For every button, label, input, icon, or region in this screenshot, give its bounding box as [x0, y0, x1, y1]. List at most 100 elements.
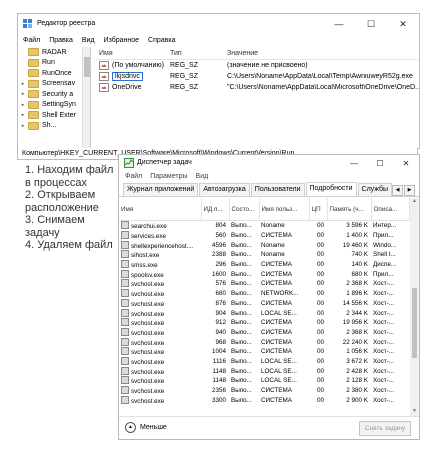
table-row[interactable]: spoolsv.exe 1600 Выпо... СИСТЕМА 00 680 K Прил… [119, 269, 409, 279]
table-row[interactable]: svchost.exe 968 Выпо... СИСТЕМА 00 22 240 K Хо… [119, 337, 409, 347]
table-row[interactable]: svchost.exe 912 Выпо... СИСТЕМА 00 19 956 K Хо… [119, 318, 409, 328]
menu-edit[interactable]: Правка [49, 37, 73, 44]
process-name-cell: svchost.exe [119, 327, 201, 338]
column-header-memory[interactable]: Память (ч... [327, 198, 372, 221]
maximize-icon[interactable]: ☐ [367, 155, 393, 171]
tree-item-shell-extensions[interactable]: ▸ Shell Exter [18, 110, 90, 121]
column-header-cpu[interactable]: ЦП [309, 198, 328, 221]
expand-arrow-icon[interactable]: ▸ [18, 112, 28, 118]
process-icon [121, 356, 129, 365]
process-status: Выпо... [231, 251, 252, 259]
process-cpu-cell: 00 [309, 318, 327, 328]
process-status-cell: Выпо... [229, 231, 259, 241]
value-row[interactable]: ab (По умолчанию) REG_SZ (значение не при… [96, 60, 419, 71]
process-status: Выпо... [231, 261, 252, 269]
process-description-cell: Хост-... [371, 376, 409, 386]
tree-item-radar[interactable]: RADAR [18, 47, 90, 58]
minimize-icon[interactable]: — [323, 14, 355, 34]
table-header-row: Имя ИД п... Состо... Имя польз... ЦП Пам… [119, 198, 410, 221]
column-header-type[interactable]: Тип [166, 50, 224, 57]
table-row[interactable]: svchost.exe 1148 Выпо... LOCAL SE... 00 2 128… [119, 376, 409, 386]
tab-users[interactable]: Пользователи [250, 183, 305, 196]
menu-view[interactable]: Вид [196, 173, 209, 180]
table-row[interactable]: shellexperiencehost.... 4596 Выпо... Noname… [119, 240, 409, 250]
table-row[interactable]: svchost.exe 576 Выпо... СИСТЕМА 00 2 368 K Хос… [119, 279, 409, 289]
taskmanager-titlebar[interactable]: Диспетчер задач — ☐ ✕ [119, 155, 419, 171]
minimize-icon[interactable]: — [341, 155, 367, 171]
expand-arrow-icon[interactable]: ▸ [18, 123, 28, 129]
scroll-down-icon[interactable]: ▼ [410, 408, 419, 416]
tab-scroll-right-icon[interactable]: ▶ [404, 185, 415, 196]
process-status: Выпо... [231, 396, 252, 404]
table-row[interactable]: svchost.exe 904 Выпо... LOCAL SE... 00 2 344 … [119, 308, 409, 318]
value-row-selected[interactable]: ab lkjsdnvc REG_SZ C:\Users\Noname\AppDat… [96, 71, 419, 82]
registry-titlebar[interactable]: Редактор реестра — ☐ ✕ [18, 14, 419, 34]
menu-view[interactable]: Вид [82, 37, 95, 44]
registry-key-tree[interactable]: RADAR Run RunOnce ▸ Screensav ▸ Security a… [18, 47, 91, 148]
table-row[interactable]: svchost.exe 1148 Выпо... LOCAL SE... 00 2 428… [119, 366, 409, 376]
table-row[interactable]: svchost.exe 2356 Выпо... СИСТЕМА 00 2 380 K Хо… [119, 386, 409, 396]
instructions-list: 1. Находим файл в процессах 2. Открываем… [25, 164, 119, 252]
expand-arrow-icon[interactable]: ▸ [18, 81, 28, 87]
tree-item-run[interactable]: Run [18, 58, 90, 69]
tab-services[interactable]: Службы [357, 183, 393, 196]
fewer-details-button[interactable]: ▲ Меньше [125, 422, 167, 433]
column-header-description[interactable]: Описа... [371, 198, 410, 221]
table-row[interactable]: svchost.exe 940 Выпо... СИСТЕМА 00 2 368 K Хос… [119, 327, 409, 338]
column-header-name[interactable]: Имя [119, 198, 202, 221]
column-header-name[interactable]: Имя [96, 50, 166, 57]
tab-scroll-left-icon[interactable]: ◀ [392, 185, 403, 196]
table-row[interactable]: svchost.exe 3300 Выпо... СИСТЕМА 00 2 900 K Хо… [119, 395, 409, 405]
scroll-thumb[interactable] [412, 288, 417, 358]
menu-help[interactable]: Справка [148, 37, 175, 44]
close-icon[interactable]: ✕ [393, 155, 419, 171]
process-user-cell: СИСТЕМА [259, 299, 309, 309]
process-status-cell: Выпо... [229, 221, 259, 231]
tab-app-history[interactable]: Журнал приложений [123, 183, 199, 196]
menu-favorites[interactable]: Избранное [104, 37, 139, 44]
tree-item-settingsync[interactable]: ▸ SettingSyn [18, 100, 90, 111]
process-status: Выпо... [231, 377, 252, 385]
tab-startup[interactable]: Автозагрузка [199, 183, 250, 196]
tab-details[interactable]: Подробности [305, 182, 357, 196]
menu-file[interactable]: Файл [125, 173, 142, 180]
expand-arrow-icon[interactable]: ▸ [18, 91, 28, 97]
process-user-cell: СИСТЕМА [259, 318, 309, 328]
maximize-icon[interactable]: ☐ [355, 14, 387, 34]
table-row[interactable]: sihost.exe 2388 Выпо... Noname 00 740 K Shell … [119, 250, 409, 260]
value-name-edit-field[interactable]: lkjsdnvc [112, 72, 143, 81]
expand-arrow-icon[interactable]: ▸ [18, 102, 28, 108]
column-header-value[interactable]: Значение [224, 50, 419, 57]
process-cpu-cell: 00 [309, 240, 327, 250]
menu-file[interactable]: Файл [23, 37, 40, 44]
menu-options[interactable]: Параметры [150, 173, 187, 180]
tree-scrollbar[interactable] [82, 47, 90, 148]
tree-item-runonce[interactable]: RunOnce [18, 68, 90, 79]
process-description-cell: Хост-... [371, 337, 409, 347]
process-icon [121, 366, 129, 375]
tree-item-security[interactable]: ▸ Security a [18, 89, 90, 100]
column-header-user[interactable]: Имя польз... [259, 198, 310, 221]
table-row[interactable]: searchui.exe 804 Выпо... Noname 00 3 596 K Инт… [119, 221, 409, 231]
scroll-thumb[interactable] [84, 57, 90, 77]
column-header-status[interactable]: Состо... [229, 198, 260, 221]
process-name-cell: services.exe [119, 231, 201, 241]
column-header-pid[interactable]: ИД п... [201, 198, 230, 221]
scroll-up-icon[interactable]: ▲ [410, 198, 419, 206]
process-memory: 19 956 K [342, 319, 368, 327]
process-status-cell: Выпо... [229, 366, 259, 376]
table-row[interactable]: svchost.exe 1116 Выпо... LOCAL SE... 00 3 672… [119, 356, 409, 367]
process-table-scrollbar[interactable]: ▲ ▼ [410, 198, 419, 416]
process-description: Хост-... [373, 377, 395, 385]
tree-item-screensavers[interactable]: ▸ Screensav [18, 79, 90, 90]
close-icon[interactable]: ✕ [387, 14, 419, 34]
table-row[interactable]: svchost.exe 1004 Выпо... СИСТЕМА 00 1 056 K Хо… [119, 347, 409, 357]
table-row[interactable]: svchost.exe 876 Выпо... СИСТЕМА 00 14 556 K Хо… [119, 298, 409, 309]
table-row[interactable]: services.exe 560 Выпо... СИСТЕМА 00 1 400 K Пр… [119, 231, 409, 241]
process-user-cell: LOCAL SE... [259, 308, 309, 318]
value-row[interactable]: ab OneDrive REG_SZ "C:\Users\Noname\AppDa… [96, 82, 419, 93]
table-row[interactable]: smss.exe 296 Выпо... СИСТЕМА 00 140 K Диспе... [119, 260, 409, 270]
tree-item-partial[interactable]: ▸ Sh... [18, 121, 90, 132]
table-row[interactable]: svchost.exe 680 Выпо... NETWORK... 00 1 896 K… [119, 289, 409, 299]
end-task-button[interactable]: Снять задачу [359, 421, 411, 436]
